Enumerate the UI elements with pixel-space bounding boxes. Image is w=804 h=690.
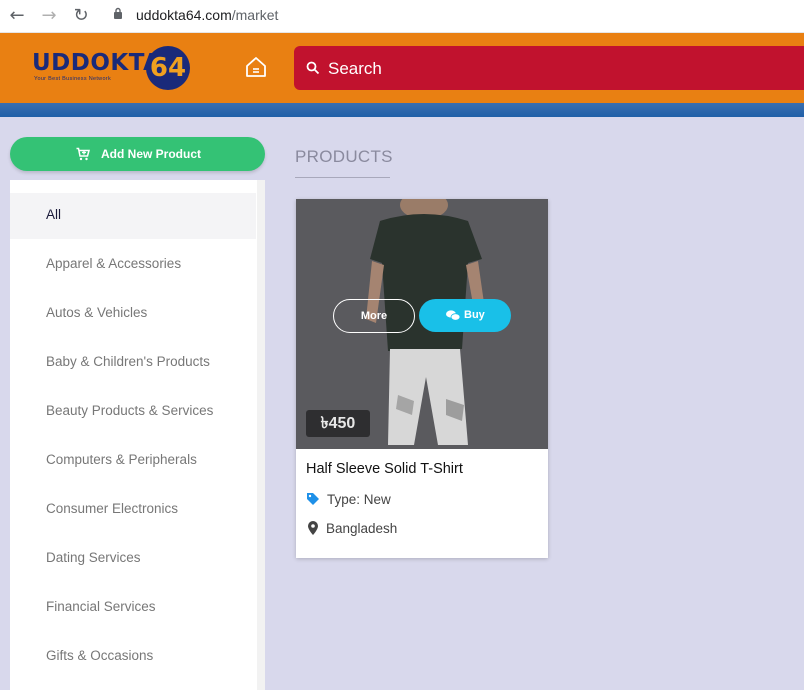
logo-tagline: Your Best Business Network xyxy=(34,76,111,82)
category-autos[interactable]: Autos & Vehicles xyxy=(10,291,256,337)
price-badge: ৳450 xyxy=(306,410,370,437)
section-title: PRODUCTS xyxy=(295,147,393,166)
search-icon xyxy=(306,61,320,75)
logo-text: UDDOKTA xyxy=(32,50,162,76)
category-all[interactable]: All xyxy=(10,193,256,239)
category-computers[interactable]: Computers & Peripherals xyxy=(10,438,256,484)
product-location-label: Bangladesh xyxy=(326,521,398,536)
category-label: Computers & Peripherals xyxy=(46,452,197,467)
logo-number: 64 xyxy=(146,46,190,90)
tag-icon xyxy=(307,493,319,505)
search-label: Search xyxy=(328,59,382,78)
buy-label: Buy xyxy=(464,309,485,321)
category-label: Beauty Products & Services xyxy=(46,403,214,418)
category-consumer-electronics[interactable]: Consumer Electronics xyxy=(10,487,256,533)
more-button[interactable]: More xyxy=(333,299,415,333)
product-image[interactable]: More Buy ৳450 xyxy=(296,199,548,449)
address-bar[interactable]: uddokta64.com/market xyxy=(136,7,278,23)
chat-icon xyxy=(446,310,460,321)
category-sidebar: All Apparel & Accessories Autos & Vehicl… xyxy=(10,180,265,690)
url-domain: uddokta64.com xyxy=(136,7,232,23)
category-label: Autos & Vehicles xyxy=(46,305,148,320)
buy-button[interactable]: Buy xyxy=(419,299,511,332)
home-icon[interactable] xyxy=(244,55,268,79)
header-strip xyxy=(0,103,804,117)
product-card[interactable]: More Buy ৳450 Half Sleeve Solid T-Shirt … xyxy=(296,199,548,558)
forward-arrow-icon[interactable]: → xyxy=(38,5,60,27)
product-type-label: Type: New xyxy=(327,492,391,507)
category-dating[interactable]: Dating Services xyxy=(10,536,256,582)
site-header: UDDOKTA Your Best Business Network 64 Se… xyxy=(0,33,804,103)
url-path: /market xyxy=(231,7,279,23)
category-label: All xyxy=(46,207,62,222)
add-new-product-label: Add New Product xyxy=(101,147,202,161)
category-label: Baby & Children's Products xyxy=(46,354,210,369)
category-label: Dating Services xyxy=(46,550,141,565)
category-apparel[interactable]: Apparel & Accessories xyxy=(10,242,256,288)
site-logo[interactable]: UDDOKTA Your Best Business Network 64 xyxy=(28,44,198,92)
map-pin-icon xyxy=(308,521,318,535)
sidebar-scrollbar[interactable] xyxy=(257,180,265,690)
category-label: Consumer Electronics xyxy=(46,501,179,516)
category-label: Apparel & Accessories xyxy=(46,256,182,271)
category-gifts[interactable]: Gifts & Occasions xyxy=(10,634,256,680)
category-label: Gifts & Occasions xyxy=(46,648,154,663)
back-arrow-icon[interactable]: ← xyxy=(6,5,28,27)
category-beauty[interactable]: Beauty Products & Services xyxy=(10,389,256,435)
lock-icon xyxy=(114,7,122,19)
category-baby[interactable]: Baby & Children's Products xyxy=(10,340,256,386)
add-new-product-button[interactable]: Add New Product xyxy=(10,137,265,171)
section-title-underline xyxy=(295,177,390,178)
browser-toolbar: ← → ↻ uddokta64.com/market xyxy=(0,0,804,33)
search-bar[interactable]: Search xyxy=(294,46,804,90)
cart-plus-icon xyxy=(76,147,90,161)
product-title[interactable]: Half Sleeve Solid T-Shirt xyxy=(306,461,463,477)
category-label: Financial Services xyxy=(46,599,156,614)
category-financial[interactable]: Financial Services xyxy=(10,585,256,631)
reload-icon[interactable]: ↻ xyxy=(70,5,92,27)
